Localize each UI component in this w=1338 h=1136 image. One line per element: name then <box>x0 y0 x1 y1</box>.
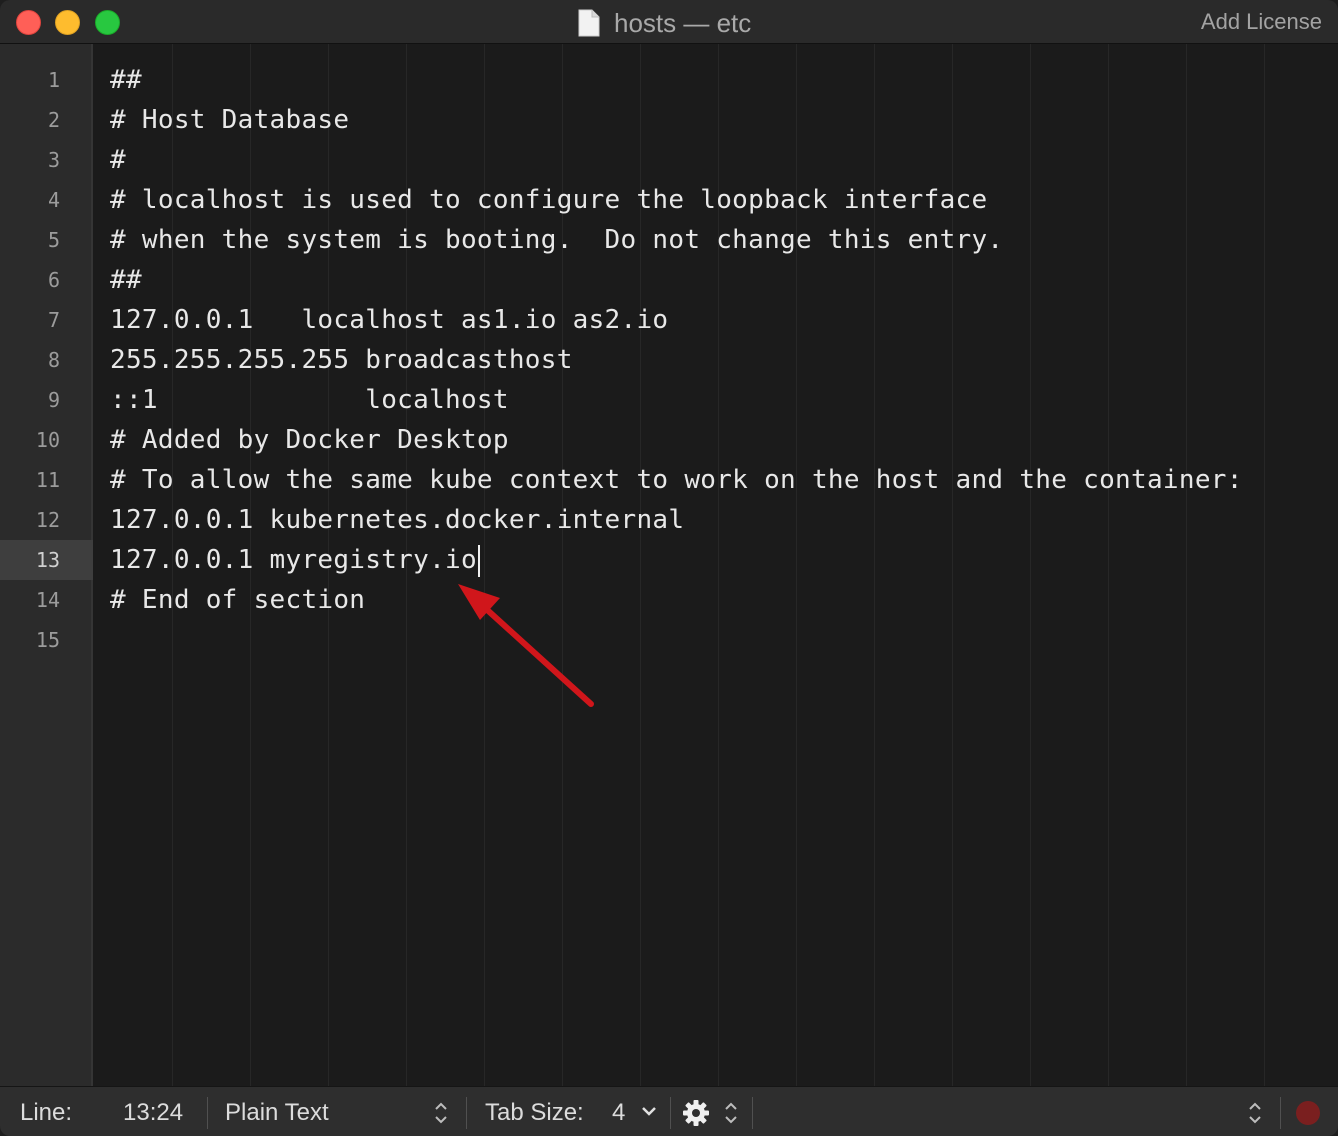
add-license-button[interactable]: Add License <box>1201 9 1322 35</box>
code-line-text: # Host Database <box>110 105 350 135</box>
syntax-selector[interactable]: Plain Text <box>225 1087 329 1136</box>
text-cursor <box>477 544 480 577</box>
code-line-text: 127.0.0.1 kubernetes.docker.internal <box>110 505 685 535</box>
line-number[interactable]: 12 <box>0 500 93 540</box>
title-bar[interactable]: hosts — etc Add License <box>0 0 1338 44</box>
divider <box>466 1097 467 1129</box>
up-down-chevron-icon[interactable] <box>723 1100 739 1126</box>
code-line-text: 255.255.255.255 broadcasthost <box>110 345 573 375</box>
chevron-down-icon[interactable] <box>640 1104 658 1118</box>
line-number[interactable]: 1 <box>0 60 93 100</box>
code-line[interactable]: # To allow the same kube context to work… <box>110 460 1330 500</box>
line-number[interactable]: 6 <box>0 260 93 300</box>
code-line[interactable] <box>110 620 1330 660</box>
code-line-text: ## <box>110 265 142 295</box>
code-line[interactable]: ## <box>110 60 1330 100</box>
divider <box>752 1097 753 1129</box>
code-line[interactable]: 127.0.0.1 myregistry.io <box>110 540 1330 580</box>
code-line[interactable]: # Host Database <box>110 100 1330 140</box>
code-line[interactable]: # localhost is used to configure the loo… <box>110 180 1330 220</box>
divider <box>1280 1097 1281 1129</box>
editor-area[interactable]: 1 2 3 4 5 6 7 8 9 10 11 12 13 14 15 ## # Host Database #… <box>0 44 1338 1086</box>
line-column-value[interactable]: 13:24 <box>123 1087 183 1136</box>
divider <box>670 1097 671 1129</box>
line-number[interactable]: 3 <box>0 140 93 180</box>
code-line-text: ## <box>110 65 142 95</box>
code-line-text: # Added by Docker Desktop <box>110 425 509 455</box>
line-number[interactable]: 8 <box>0 340 93 380</box>
minimize-window-button[interactable] <box>55 10 80 35</box>
line-number-gutter[interactable]: 1 2 3 4 5 6 7 8 9 10 11 12 13 14 15 <box>0 44 93 1086</box>
line-number[interactable]: 14 <box>0 580 93 620</box>
status-bar: Line: 13:24 Plain Text Tab Size: 4 <box>0 1086 1338 1136</box>
code-line-text: # To allow the same kube context to work… <box>110 465 1243 495</box>
line-number[interactable]: 4 <box>0 180 93 220</box>
close-window-button[interactable] <box>16 10 41 35</box>
code-line-text: # localhost is used to configure the loo… <box>110 185 988 215</box>
window-title-group: hosts — etc <box>578 8 751 38</box>
up-down-chevron-icon[interactable] <box>433 1100 449 1126</box>
code-line[interactable]: # <box>110 140 1330 180</box>
up-down-chevron-icon[interactable] <box>1247 1100 1263 1126</box>
editor-window: hosts — etc Add License 1 2 3 4 5 6 7 8 9 10 11 12 1… <box>0 0 1338 1136</box>
gear-icon[interactable] <box>681 1098 711 1128</box>
divider <box>207 1097 208 1129</box>
line-number[interactable]: 10 <box>0 420 93 460</box>
code-line[interactable]: 127.0.0.1 localhost as1.io as2.io <box>110 300 1330 340</box>
code-line[interactable]: ## <box>110 260 1330 300</box>
document-icon[interactable] <box>578 9 600 37</box>
line-label: Line: <box>20 1099 73 1126</box>
line-number[interactable]: 13 <box>0 540 93 580</box>
line-number[interactable]: 2 <box>0 100 93 140</box>
code-line-text: 127.0.0.1 myregistry.io <box>110 545 477 575</box>
code-line[interactable]: ::1 localhost <box>110 380 1330 420</box>
code-line[interactable]: # when the system is booting. Do not cha… <box>110 220 1330 260</box>
code-line[interactable]: 127.0.0.1 kubernetes.docker.internal <box>110 500 1330 540</box>
line-number[interactable]: 9 <box>0 380 93 420</box>
line-number[interactable]: 5 <box>0 220 93 260</box>
line-number[interactable]: 11 <box>0 460 93 500</box>
record-icon[interactable] <box>1296 1101 1320 1125</box>
window-title: hosts — etc <box>614 7 752 38</box>
tab-size-label: Tab Size: <box>485 1099 584 1126</box>
code-line-text: 127.0.0.1 localhost as1.io as2.io <box>110 305 669 335</box>
code-line-text: # <box>110 145 126 175</box>
code-line-text: # End of section <box>110 585 366 615</box>
line-number[interactable]: 15 <box>0 620 93 660</box>
code-line-text: ::1 localhost <box>110 385 509 415</box>
line-number[interactable]: 7 <box>0 300 93 340</box>
code-line-text: # when the system is booting. Do not cha… <box>110 225 1004 255</box>
maximize-window-button[interactable] <box>95 10 120 35</box>
code-line[interactable]: # End of section <box>110 580 1330 620</box>
code-line[interactable]: 255.255.255.255 broadcasthost <box>110 340 1330 380</box>
code-text[interactable]: ## # Host Database # # localhost is used to… <box>110 60 1330 660</box>
tab-size-value[interactable]: 4 <box>612 1087 625 1136</box>
code-line[interactable]: # Added by Docker Desktop <box>110 420 1330 460</box>
